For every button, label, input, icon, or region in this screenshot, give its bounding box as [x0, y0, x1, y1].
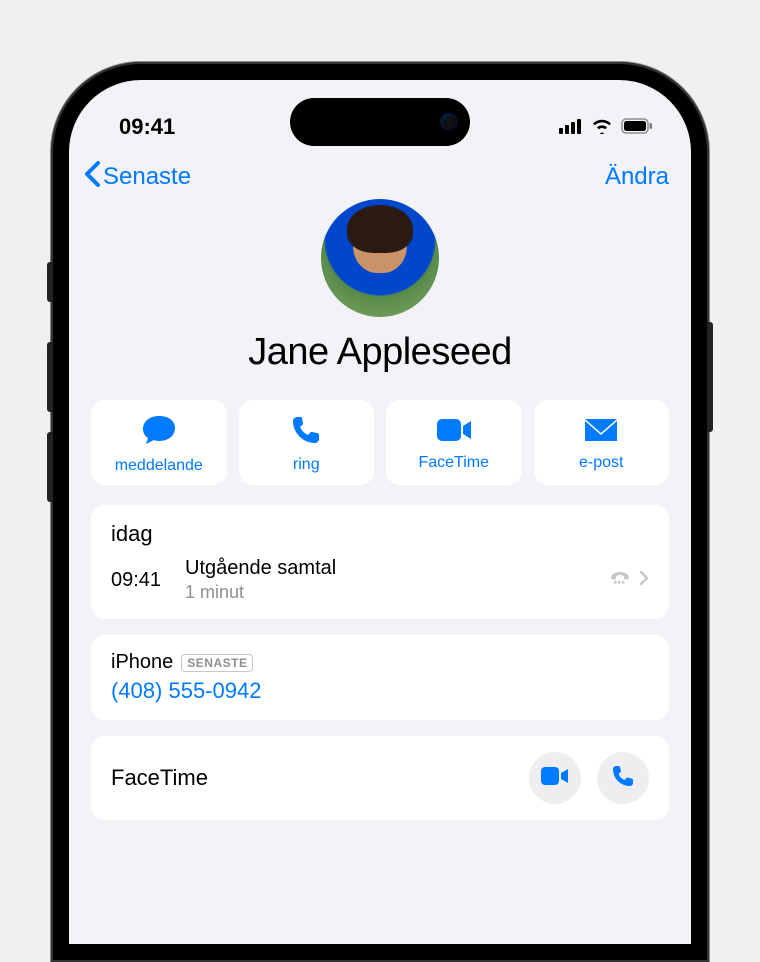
recent-calls-card[interactable]: idag 09:41 Utgående samtal 1 minut — [91, 505, 669, 619]
cellular-icon — [559, 114, 583, 140]
dynamic-island — [290, 98, 470, 146]
nav-bar: Senaste Ändra — [69, 150, 691, 193]
facetime-card: FaceTime — [91, 736, 669, 820]
mail-icon — [583, 417, 619, 448]
facetime-audio-button[interactable] — [597, 752, 649, 804]
quick-actions-row: meddelande ring FaceTime e-post — [69, 392, 691, 505]
facetime-label: FaceTime — [418, 454, 489, 472]
chevron-right-icon — [639, 570, 649, 591]
facetime-button[interactable]: FaceTime — [386, 400, 522, 485]
call-duration: 1 minut — [185, 582, 595, 603]
back-button[interactable]: Senaste — [83, 160, 191, 193]
call-button[interactable]: ring — [239, 400, 375, 485]
video-icon — [540, 766, 570, 791]
phone-number[interactable]: (408) 555-0942 — [111, 678, 649, 704]
front-camera — [440, 113, 458, 131]
facetime-video-button[interactable] — [529, 752, 581, 804]
message-button[interactable]: meddelande — [91, 400, 227, 485]
contact-avatar[interactable] — [321, 199, 439, 317]
contact-name: Jane Appleseed — [248, 331, 511, 374]
call-label: ring — [293, 456, 320, 474]
video-icon — [435, 417, 473, 448]
message-label: meddelande — [115, 457, 203, 475]
phone-icon — [291, 415, 321, 450]
phone-device-frame: 09:41 Senaste Ändra — [51, 62, 709, 962]
call-time: 09:41 — [111, 569, 171, 592]
phone-power-button — [707, 322, 713, 432]
phone-screen: 09:41 Senaste Ändra — [69, 80, 691, 944]
battery-icon — [621, 114, 653, 140]
mail-label: e-post — [579, 454, 623, 472]
call-type: Utgående samtal — [185, 557, 595, 580]
status-time: 09:41 — [119, 114, 175, 140]
phone-number-card[interactable]: iPhone SENASTE (408) 555-0942 — [91, 635, 669, 720]
recent-header: idag — [111, 521, 649, 547]
chevron-left-icon — [83, 160, 101, 193]
message-icon — [141, 414, 177, 451]
tty-icon — [609, 570, 631, 591]
recent-badge: SENASTE — [181, 654, 253, 672]
phone-icon — [611, 764, 635, 793]
facetime-section-label: FaceTime — [111, 765, 208, 791]
mail-button[interactable]: e-post — [534, 400, 670, 485]
wifi-icon — [591, 114, 613, 140]
phone-type-label: iPhone — [111, 651, 173, 674]
call-log-row[interactable]: 09:41 Utgående samtal 1 minut — [111, 557, 649, 603]
edit-button[interactable]: Ändra — [605, 163, 669, 191]
back-label: Senaste — [103, 163, 191, 191]
contact-header: Jane Appleseed — [69, 193, 691, 392]
